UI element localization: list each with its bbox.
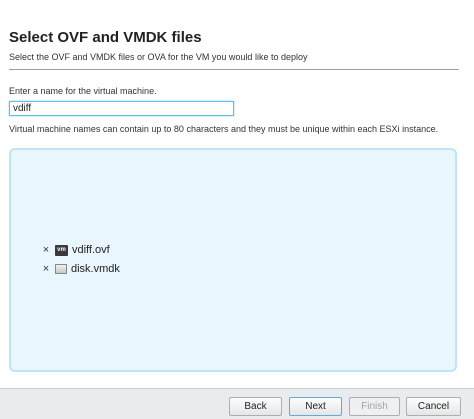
file-item-vmdk: × disk.vmdk [41, 261, 120, 277]
vm-name-hint: Virtual machine names can contain up to … [9, 124, 439, 134]
vm-icon: vm [55, 244, 68, 256]
back-button[interactable]: Back [229, 397, 282, 416]
remove-file-icon[interactable]: × [41, 244, 51, 256]
vm-name-input[interactable] [9, 101, 234, 116]
file-name: vdiff.ovf [72, 244, 110, 256]
file-name: disk.vmdk [71, 263, 120, 275]
vm-name-label: Enter a name for the virtual machine. [9, 86, 157, 96]
file-item-ovf: × vm vdiff.ovf [41, 242, 110, 258]
page-subtitle: Select the OVF and VMDK files or OVA for… [9, 52, 308, 62]
cancel-button[interactable]: Cancel [406, 397, 461, 416]
page-title: Select OVF and VMDK files [9, 29, 202, 46]
file-drop-zone[interactable]: × vm vdiff.ovf × disk.vmdk [9, 148, 457, 372]
disk-icon [55, 264, 67, 274]
remove-file-icon[interactable]: × [41, 263, 51, 275]
header-divider [9, 69, 459, 70]
finish-button[interactable]: Finish [349, 397, 400, 416]
next-button[interactable]: Next [289, 397, 342, 416]
wizard-header: Select OVF and VMDK files Select the OVF… [0, 0, 474, 72]
wizard-footer: Back Next Finish Cancel [0, 388, 474, 419]
